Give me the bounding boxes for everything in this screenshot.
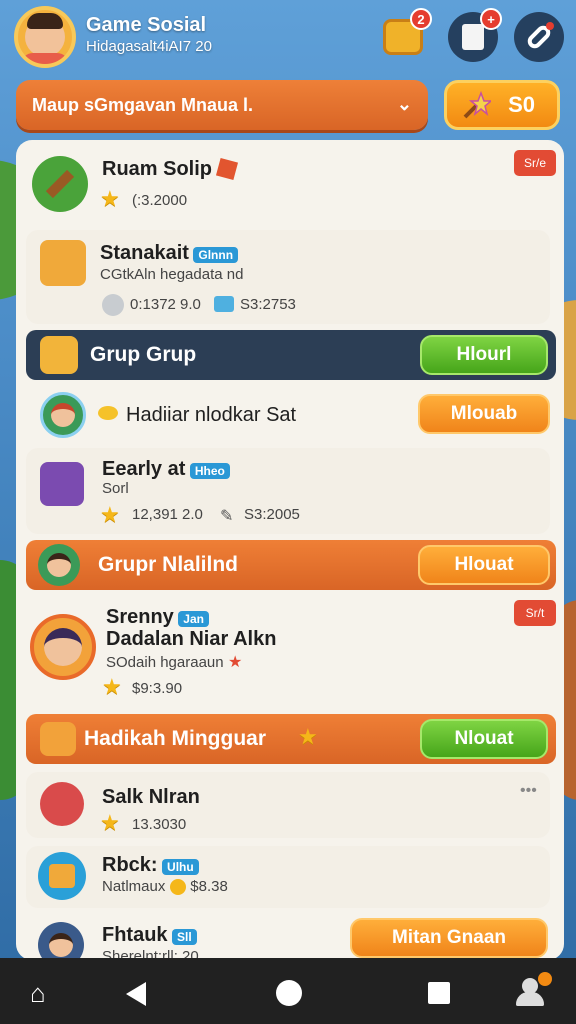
section-title: Grup Grup: [90, 343, 197, 366]
item-tag: Jan: [178, 610, 209, 627]
item-title: Stanakait: [100, 242, 189, 264]
section-header-grup: Grup Grup Hlourl: [26, 330, 556, 380]
boy-avatar-icon: [38, 922, 84, 958]
item-subtitle: SOdaih hgaraaun: [106, 654, 224, 671]
image-icon: [214, 296, 234, 312]
home-icon[interactable]: ⌂: [30, 978, 46, 1009]
recents-icon[interactable]: [428, 982, 450, 1004]
item-action-button[interactable]: Mlouab: [418, 394, 550, 434]
list-item-stanakait[interactable]: Stanakait Glnnn CGtkAln hegadata nd 0:13…: [26, 230, 550, 324]
item-title: Hadiiar nlodkar Sat: [126, 404, 297, 426]
item-stat-2: S3:2753: [240, 296, 296, 313]
coin-stack-icon: [40, 336, 78, 374]
category-dropdown[interactable]: Maup sGmgavan Mnaua l. ⌄: [16, 80, 428, 130]
profile-icon[interactable]: [516, 972, 552, 1006]
item-title: Rbck:: [102, 854, 158, 876]
coin-label: S0: [508, 92, 535, 117]
item-value: 13.3030: [132, 816, 187, 833]
item-stat-2: S3:2005: [244, 506, 300, 523]
star-icon: ★: [100, 810, 120, 835]
treasure-chest-icon: [40, 240, 86, 286]
robot-icon: [40, 462, 84, 506]
inbox-button[interactable]: +: [448, 8, 502, 62]
app-title: Game Sosial: [86, 14, 207, 36]
item-value: $8.38: [190, 878, 228, 895]
section-title: Grupr Nlalilnd: [98, 553, 239, 576]
section-action-button[interactable]: Hlourl: [420, 335, 548, 375]
list-item-hadiiar[interactable]: Hadiiar nlodkar Sat Mlouab: [26, 388, 550, 442]
item-title-2: Dadalan Niar Alkn: [106, 628, 277, 650]
system-nav-bar: ⌂: [0, 958, 576, 1024]
rewards-badge: 2: [410, 8, 432, 30]
clock-icon: [102, 294, 124, 316]
item-subtitle: Sorl: [102, 480, 129, 497]
red-star-icon: ★: [228, 654, 243, 671]
list-item-ruam[interactable]: Ruam Solip ★ (:3.2000 Sr/e: [26, 150, 556, 222]
item-subtitle: CGtkAln hegadata nd: [100, 266, 244, 283]
star-wand-icon: [463, 91, 491, 119]
item-tag: Glnnn: [193, 246, 239, 263]
coin-button[interactable]: S0: [444, 80, 560, 130]
dropdown-label: Maup sGmgavan Mnaua l.: [32, 94, 254, 115]
chevron-down-icon: ⌄: [396, 94, 412, 114]
app-subtitle: Hidagasalt4iAI7 20: [86, 38, 212, 55]
item-tag: Ulhu: [162, 858, 199, 875]
top-bar: Game Sosial Hidagasalt4iAI7 20 2 +: [0, 0, 576, 78]
gift-icon: [38, 852, 86, 900]
section-header-hadikah: Hadikah Mingguar ★ Nlouat: [26, 714, 556, 764]
boy-avatar-icon: [40, 392, 86, 438]
user-avatar-icon: [38, 544, 80, 586]
box-icon: [462, 24, 484, 50]
star-icon: ★: [100, 186, 120, 211]
list-item-eearly[interactable]: Eearly at Hheo Sorl ★ 12,391 2.0 ✎ S3:20…: [26, 448, 550, 534]
item-value: (:3.2000: [132, 192, 188, 209]
item-value: $9:3.90: [132, 680, 183, 697]
star-icon: ★: [100, 502, 120, 527]
list-item-srenny[interactable]: Srenny Jan Dadalan Niar Alkn SOdaih hgar…: [26, 598, 556, 706]
item-stat-1: 0:1372 9.0: [130, 296, 201, 313]
item-tag: Sll: [172, 928, 197, 945]
item-stat-1: 12,391 2.0: [132, 506, 203, 523]
section-header-grupr: Grupr Nlalilnd Hlouat: [26, 540, 556, 590]
girl-avatar-icon: [30, 614, 96, 680]
item-title: Ruam Solip: [102, 158, 213, 180]
link-button[interactable]: [514, 12, 564, 62]
item-title: Fhtauk: [102, 924, 168, 946]
star-icon: ★: [102, 674, 122, 699]
back-icon[interactable]: [126, 982, 146, 1006]
item-title: Eearly at: [102, 458, 186, 480]
edit-icon: [215, 157, 239, 181]
section-action-button[interactable]: Nlouat: [420, 719, 548, 759]
list-item-rbck[interactable]: Rbck: Ulhu Natlmaux $8.38: [26, 846, 550, 908]
item-tag: Sr/e: [514, 150, 556, 176]
item-title: Srenny: [106, 606, 174, 628]
robot-toy-icon: [40, 782, 84, 826]
more-options-icon[interactable]: •••: [520, 782, 537, 800]
ribbon-icon: [40, 722, 76, 756]
item-subtitle: Natlmaux: [102, 878, 166, 895]
section-title: Hadikah Mingguar: [84, 727, 267, 750]
section-action-button[interactable]: Hlouat: [418, 545, 550, 585]
item-action-button[interactable]: Mitan Gnaan: [350, 918, 548, 958]
home-circle-icon[interactable]: [276, 980, 302, 1006]
rewards-button[interactable]: 2: [378, 8, 432, 62]
pencil-icon: ✎: [220, 508, 234, 525]
inbox-badge: +: [480, 8, 502, 30]
item-tag: Hheo: [189, 462, 230, 479]
chat-icon: [98, 406, 118, 420]
star-icon: ★: [298, 724, 318, 749]
item-subtitle: Sherelnt:rll: 20: [102, 948, 199, 958]
item-tag-red: Sr/t: [514, 600, 556, 626]
profile-avatar[interactable]: [14, 6, 76, 68]
list-item-fhtauk[interactable]: Fhtauk Sll Sherelnt:rll: 20 Mitan Gnaan: [26, 914, 550, 958]
coin-icon: [169, 878, 186, 895]
item-title: Salk Nlran: [102, 786, 200, 808]
list-item-salk[interactable]: Salk Nlran ★ 13.3030 •••: [26, 772, 550, 838]
hammer-icon: [32, 156, 88, 212]
